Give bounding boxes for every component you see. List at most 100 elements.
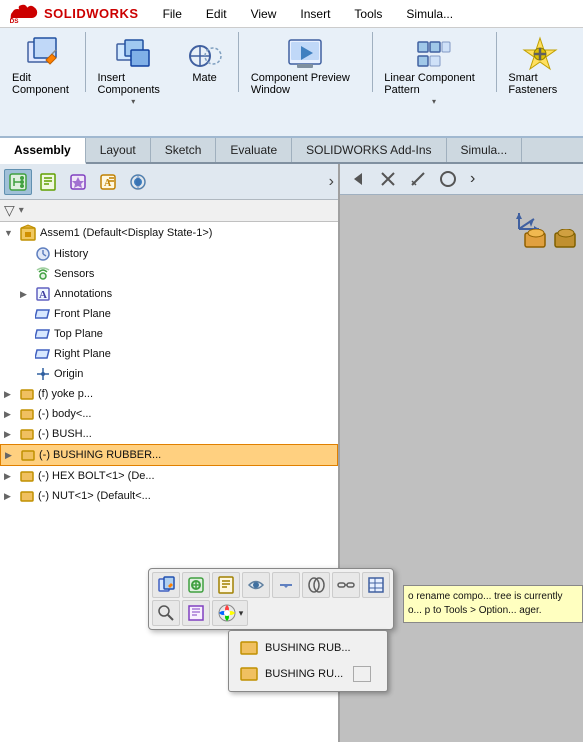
mate-button[interactable]: Mate bbox=[177, 32, 232, 88]
body-arrow: ▶ bbox=[4, 409, 16, 420]
origin-icon bbox=[35, 366, 51, 382]
tree-bushing-rubber[interactable]: ▶ (-) BUSHING RUBBER... bbox=[0, 444, 338, 466]
vp-measure-btn[interactable] bbox=[404, 166, 432, 192]
ctx-mates-btn[interactable] bbox=[302, 572, 330, 598]
property-manager-btn[interactable] bbox=[34, 169, 62, 195]
color-submenu: BUSHING RUB... BUSHING RU... bbox=[228, 630, 388, 692]
context-toolbar: ▾ bbox=[148, 568, 394, 630]
ctx-visibility-icon bbox=[247, 576, 265, 594]
vp-more-btn[interactable]: › bbox=[464, 168, 481, 190]
ctx-color-btn[interactable]: ▾ bbox=[212, 600, 248, 626]
display-manager-btn[interactable] bbox=[124, 169, 152, 195]
tab-simulate[interactable]: Simula... bbox=[447, 138, 523, 162]
view-3d-icons bbox=[509, 199, 579, 259]
tree-right-plane[interactable]: Right Plane bbox=[16, 344, 338, 364]
solidworks-brand-text: SOLIDWORKS bbox=[44, 6, 139, 21]
tree-top-plane[interactable]: Top Plane bbox=[16, 324, 338, 344]
callout-text: o rename compo... tree is currently o...… bbox=[408, 591, 563, 616]
ctx-props-btn[interactable] bbox=[212, 572, 240, 598]
ctx-chain-btn[interactable] bbox=[332, 572, 360, 598]
linear-pattern-button[interactable]: Linear Component Pattern ▾ bbox=[378, 32, 489, 110]
ctx-table-btn[interactable] bbox=[362, 572, 390, 598]
ctx-drawing-btn[interactable] bbox=[182, 600, 210, 626]
tree-annotations[interactable]: ▶ A Annotations bbox=[16, 284, 338, 304]
component-icon-1 bbox=[523, 229, 549, 251]
mate-icon bbox=[187, 36, 223, 72]
panel-expand-btn[interactable]: › bbox=[329, 173, 334, 191]
svg-text:DS: DS bbox=[10, 17, 20, 24]
menu-edit[interactable]: Edit bbox=[202, 5, 231, 23]
tree-front-plane[interactable]: Front Plane bbox=[16, 304, 338, 324]
bushing-rub-icon-2 bbox=[239, 664, 259, 684]
vp-measure-icon bbox=[408, 169, 428, 189]
ctx-table-icon bbox=[367, 576, 385, 594]
linear-pattern-dropdown[interactable]: ▾ bbox=[432, 97, 436, 106]
callout-box: o rename compo... tree is currently o...… bbox=[403, 585, 583, 623]
tree-origin[interactable]: Origin bbox=[16, 364, 338, 384]
top-plane-icon bbox=[35, 326, 51, 342]
tree-hex-bolt[interactable]: ▶ (-) HEX BOLT<1> (De... bbox=[0, 466, 338, 486]
tab-layout[interactable]: Layout bbox=[86, 138, 151, 162]
feature-tree-btn[interactable] bbox=[4, 169, 32, 195]
menu-tools[interactable]: Tools bbox=[350, 5, 386, 23]
color-submenu-item-2[interactable]: BUSHING RU... bbox=[233, 661, 383, 687]
linear-pattern-label: Linear Component Pattern bbox=[384, 72, 483, 96]
config-manager-btn[interactable] bbox=[64, 169, 92, 195]
tab-solidworks-addins[interactable]: SOLIDWORKS Add-Ins bbox=[292, 138, 446, 162]
tree-yoke[interactable]: ▶ (f) yoke p... bbox=[0, 384, 338, 404]
hex-bolt-label: (-) HEX BOLT<1> (De... bbox=[38, 470, 155, 482]
feature-manager-toolbar: A › bbox=[0, 164, 338, 200]
ctx-suppress-btn[interactable] bbox=[272, 572, 300, 598]
menu-view[interactable]: View bbox=[247, 5, 281, 23]
vp-tools-btn[interactable] bbox=[374, 166, 402, 192]
menu-simulate[interactable]: Simula... bbox=[402, 5, 457, 23]
tree-root-item[interactable]: ▼ Assem1 (Default<Display State-1>) bbox=[0, 222, 338, 244]
ctx-mates-icon bbox=[307, 576, 325, 594]
color-submenu-item-1[interactable]: BUSHING RUB... bbox=[233, 635, 383, 661]
ribbon-separator-4 bbox=[496, 32, 497, 92]
annotations-icon: A bbox=[35, 286, 51, 302]
tree-sensors[interactable]: Sensors bbox=[16, 264, 338, 284]
menu-insert[interactable]: Insert bbox=[296, 5, 334, 23]
tab-evaluate[interactable]: Evaluate bbox=[216, 138, 292, 162]
ribbon-separator-1 bbox=[85, 32, 86, 92]
smart-fasteners-icon bbox=[522, 36, 558, 72]
ribbon-separator-2 bbox=[238, 32, 239, 92]
ctx-edit-part-btn[interactable] bbox=[152, 572, 180, 598]
tab-assembly[interactable]: Assembly bbox=[0, 138, 86, 164]
bushing-rub-icon-1 bbox=[239, 638, 259, 658]
color-item-2-label: BUSHING RU... bbox=[265, 668, 343, 680]
svg-text:A: A bbox=[104, 178, 112, 189]
vp-circle-btn[interactable] bbox=[434, 166, 462, 192]
vp-back-btn[interactable] bbox=[344, 166, 372, 192]
sw-logo-svg: DS bbox=[8, 3, 40, 25]
component-preview-button[interactable]: Component Preview Window bbox=[245, 32, 366, 100]
ctx-visibility-btn[interactable] bbox=[242, 572, 270, 598]
insert-components-button[interactable]: Insert Components ▾ bbox=[92, 32, 176, 110]
color-swatch-white bbox=[353, 666, 371, 682]
menu-file[interactable]: File bbox=[159, 5, 186, 23]
bushing-rubber-label: (-) BUSHING RUBBER... bbox=[39, 449, 161, 461]
dimension-manager-btn[interactable]: A bbox=[94, 169, 122, 195]
edit-component-button[interactable]: Edit Component bbox=[6, 32, 79, 100]
body-icon bbox=[19, 406, 35, 422]
nut-arrow: ▶ bbox=[4, 491, 16, 502]
insert-components-label: Insert Components bbox=[98, 72, 170, 96]
yoke-label: (f) yoke p... bbox=[38, 388, 93, 400]
filter-dropdown-arrow[interactable]: ▾ bbox=[19, 205, 24, 216]
tab-sketch[interactable]: Sketch bbox=[151, 138, 217, 162]
property-manager-icon bbox=[39, 173, 57, 191]
tree-nut[interactable]: ▶ (-) NUT<1> (Default<... bbox=[0, 486, 338, 506]
ctx-search-icon bbox=[157, 604, 175, 622]
context-row-2: ▾ bbox=[152, 600, 390, 626]
insert-components-dropdown[interactable]: ▾ bbox=[131, 97, 135, 106]
ctx-isolate-btn[interactable] bbox=[182, 572, 210, 598]
smart-fasteners-button[interactable]: Smart Fasteners bbox=[502, 32, 577, 100]
tree-bushing[interactable]: ▶ (-) BUSH... bbox=[0, 424, 338, 444]
hex-bolt-icon bbox=[19, 468, 35, 484]
tree-history[interactable]: History bbox=[16, 244, 338, 264]
ctx-search-btn[interactable] bbox=[152, 600, 180, 626]
nut-icon bbox=[19, 488, 35, 504]
bushing-rubber-arrow: ▶ bbox=[5, 450, 17, 461]
tree-body[interactable]: ▶ (-) body<... bbox=[0, 404, 338, 424]
